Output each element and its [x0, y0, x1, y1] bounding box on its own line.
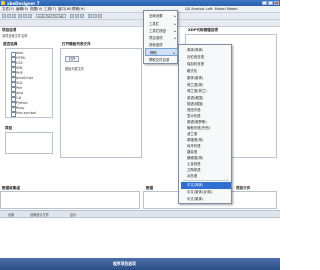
close-button[interactable]	[274, 1, 279, 5]
menu-item-label: 帮助	[150, 51, 157, 55]
submenu-item[interactable]: 中文(繁体)	[181, 196, 231, 203]
list-item[interactable]: Python	[11, 101, 28, 107]
menu-tools[interactable]: 工具(T)	[44, 7, 56, 12]
align-right-icon[interactable]	[98, 14, 102, 18]
toolbar: Auto Text Format	[0, 13, 280, 20]
list-item[interactable]: JavaScript	[11, 76, 33, 82]
language-list[interactable]: Asm HTML CSS XML PHP JavaScript SQL Perl…	[5, 48, 53, 118]
bottom-settings-button[interactable]: 设置	[8, 212, 14, 217]
menu-item-label: 其他选项	[149, 43, 163, 47]
save-icon[interactable]	[12, 14, 16, 18]
submenu-item[interactable]: 瓦伦西亚语	[181, 54, 231, 61]
align-left-icon[interactable]	[88, 14, 92, 18]
taskbar: 程序项目选项	[0, 258, 280, 270]
open-template-button[interactable]: 打开	[65, 56, 79, 62]
italic-icon[interactable]	[75, 14, 79, 18]
submenu-item[interactable]: 保加利亚语	[181, 61, 231, 68]
submenu-item[interactable]: 荷兰语(荷兰)	[181, 88, 231, 95]
open-icon[interactable]	[7, 14, 11, 18]
project-list[interactable]	[5, 132, 53, 154]
project-section-title: 项目	[5, 126, 13, 130]
menu-item-label: 项目选项	[149, 36, 163, 40]
bold-icon[interactable]	[70, 14, 74, 18]
menu-item-label: 全局设置	[149, 14, 163, 18]
project-options-sub: 选项设置文件名称	[2, 34, 28, 38]
submenu-item[interactable]: 中文(繁体(台湾))	[181, 189, 231, 196]
new-icon[interactable]	[2, 14, 6, 18]
submenu-item[interactable]: 冰岛语	[181, 173, 231, 180]
language-submenu: 简体(简体) 瓦伦西亚语 保加利亚语 格式化 繁体(繁体) 荷兰语(简) 荷兰语…	[178, 44, 232, 204]
menu-item-label: 工具栏按钮	[149, 29, 166, 33]
template-panel	[60, 48, 142, 158]
submenu-arrow-icon: ▸	[174, 14, 176, 18]
menu-item-global-settings[interactable]: 全局设置 ▸	[145, 12, 178, 20]
submenu-item[interactable]: 格式化	[181, 68, 231, 75]
menu-window[interactable]: 窗口(W)	[58, 7, 72, 12]
menu-file[interactable]: 文件(F)	[2, 7, 14, 12]
submenu-item[interactable]: 简体(简体)	[181, 47, 231, 54]
list-item[interactable]: Hex symbol	[11, 111, 36, 117]
align-center-icon[interactable]	[93, 14, 97, 18]
list-item[interactable]: C#	[10, 96, 21, 102]
data-collect-panel	[0, 191, 140, 209]
paste-icon[interactable]	[28, 14, 32, 18]
app-icon	[1, 1, 5, 5]
list-item[interactable]: Java	[10, 91, 23, 97]
bottom-stats-button[interactable]: 设置统计文件	[30, 212, 49, 217]
list-item[interactable]: PHP	[11, 71, 23, 77]
copy-icon[interactable]	[23, 14, 27, 18]
maximize-button[interactable]	[268, 1, 273, 5]
list-item[interactable]: SQL	[11, 81, 23, 87]
underline-icon[interactable]	[80, 14, 84, 18]
menubar-right-text: QS Analyst Loft. Model Model	[185, 7, 238, 11]
menu-view[interactable]: 视图(V)	[30, 7, 42, 12]
list-item[interactable]: Ruby	[11, 106, 25, 112]
menu-separator	[183, 180, 229, 181]
template-sub: 模板列表文件	[65, 67, 85, 71]
list-item[interactable]: Asm	[10, 51, 23, 57]
bottom-view-button[interactable]: 显示	[70, 212, 76, 217]
tools-dropdown-menu: 全局设置 ▸ 工具栏 ▸ 工具栏按钮 ▸ 项目选项 ▸ 其他选项 帮助 ▸ 帮助文件目录	[143, 10, 178, 64]
bottom-toolbar: 设置 设置统计文件 显示	[0, 210, 280, 218]
menu-edit[interactable]: 编辑(E)	[16, 7, 28, 12]
menu-item-label: 工具栏	[149, 22, 160, 26]
secondary-toolbar	[0, 20, 280, 27]
list-item[interactable]: XML	[10, 66, 23, 72]
list-item[interactable]: Perl	[10, 86, 22, 92]
submenu-item-selected[interactable]: 中文(简体)	[181, 182, 231, 189]
menubar: 文件(F) 编辑(E) 视图(V) 工具(T) 窗口(W) 帮助(H) QS A…	[0, 6, 280, 13]
menu-help[interactable]: 帮助(H)	[72, 7, 85, 12]
list-item[interactable]: CSS	[11, 61, 23, 67]
language-title: 语言选择	[3, 42, 18, 46]
template-title: 打开模板列表文件	[62, 42, 91, 46]
list-item[interactable]: HTML	[10, 56, 25, 62]
minimize-button[interactable]	[262, 1, 267, 5]
format-select[interactable]: Auto Text Format	[36, 14, 66, 18]
submenu-item[interactable]: 繁体(繁体)	[181, 75, 231, 82]
menu-item-label: 帮助文件目录	[149, 58, 170, 62]
cut-icon[interactable]	[18, 14, 22, 18]
menu-item-help-contents[interactable]: 帮助文件目录	[145, 56, 178, 64]
taskbar-title: 程序项目选项	[113, 261, 136, 266]
xdp-options-label: XDP代码管理选项	[188, 28, 218, 32]
menu-item-help[interactable]: 帮助 ▸	[145, 48, 178, 56]
